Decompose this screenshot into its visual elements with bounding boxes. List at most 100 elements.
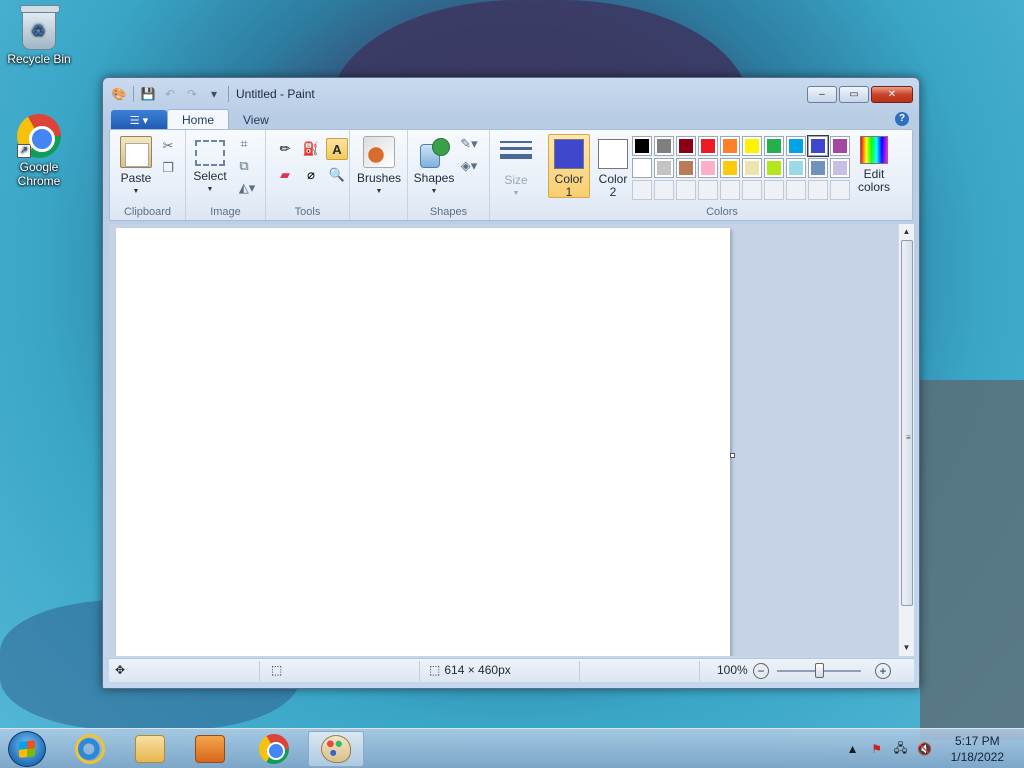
scroll-up-icon[interactable]: ▲ — [899, 224, 914, 240]
custom-color-slot[interactable] — [830, 180, 850, 200]
palette-color-swatch[interactable] — [786, 158, 806, 178]
palette-color-swatch[interactable] — [676, 158, 696, 178]
clock[interactable]: 5:17 PM 1/18/2022 — [951, 733, 1004, 765]
drawing-canvas[interactable] — [116, 228, 730, 656]
brushes-button[interactable]: Brushes ▼ — [356, 136, 402, 198]
zoom-slider-thumb[interactable] — [815, 663, 824, 678]
canvas-size: ⬚ 614 × 460px — [429, 663, 511, 677]
help-icon[interactable]: ? — [895, 112, 909, 126]
palette-color-swatch[interactable] — [830, 136, 850, 156]
crop-icon[interactable]: ⌗ — [234, 134, 254, 154]
palette-color-swatch[interactable] — [764, 136, 784, 156]
group-label: Shapes — [429, 206, 468, 218]
paste-button[interactable]: Paste ▼ — [116, 136, 156, 198]
select-rectangle-icon — [195, 140, 225, 166]
group-size: Size ▼ — [490, 130, 542, 220]
desktop-icon-google-chrome[interactable]: ↗ Google Chrome — [3, 114, 75, 188]
palette-color-swatch[interactable] — [676, 136, 696, 156]
fill-icon[interactable]: ◈▾ — [456, 156, 482, 176]
custom-color-slot[interactable] — [742, 180, 762, 200]
custom-color-slot[interactable] — [764, 180, 784, 200]
minimize-button[interactable]: ‒ — [807, 86, 837, 103]
tab-home[interactable]: Home — [167, 109, 230, 130]
scroll-down-icon[interactable]: ▼ — [899, 640, 914, 656]
edit-colors-button[interactable]: Edit colors — [854, 136, 894, 194]
paint-app-icon[interactable]: 🎨 — [111, 86, 127, 102]
custom-color-slot[interactable] — [654, 180, 674, 200]
custom-color-slot[interactable] — [632, 180, 652, 200]
show-hidden-icons-icon[interactable]: ▲ — [845, 742, 861, 756]
palette-color-swatch[interactable] — [632, 158, 652, 178]
resize-icon[interactable]: ⧉ — [234, 156, 254, 176]
palette-color-swatch[interactable] — [807, 135, 829, 157]
custom-color-slot[interactable] — [808, 180, 828, 200]
size-button[interactable]: Size ▼ — [496, 136, 536, 200]
rotate-icon[interactable]: ◭▾ — [234, 178, 260, 198]
taskbar: ▲ ⚑ 🖧 🔇 5:17 PM 1/18/2022 — [0, 728, 1024, 768]
custom-color-slot[interactable] — [676, 180, 696, 200]
chevron-down-icon: ▼ — [375, 188, 383, 195]
volume-muted-icon[interactable]: 🔇 — [917, 742, 933, 756]
palette-color-swatch[interactable] — [742, 136, 762, 156]
scrollbar-thumb[interactable]: ≡ — [901, 240, 913, 606]
network-icon[interactable]: 🖧 — [893, 739, 909, 760]
close-button[interactable]: ✕ — [871, 86, 913, 103]
color2-button[interactable]: Color 2 — [592, 134, 634, 199]
color1-button[interactable]: Color 1 — [548, 134, 590, 199]
taskbar-internet-explorer[interactable] — [62, 731, 118, 767]
redo-icon[interactable]: ↷ — [184, 86, 200, 102]
palette-color-swatch[interactable] — [764, 158, 784, 178]
color-picker-icon[interactable]: ⌀ — [300, 164, 322, 186]
outline-icon[interactable]: ✎▾ — [456, 134, 482, 154]
palette-color-swatch[interactable] — [786, 136, 806, 156]
palette-color-swatch[interactable] — [808, 158, 828, 178]
palette-color-swatch[interactable] — [742, 158, 762, 178]
fill-bucket-icon[interactable]: ⛽ — [300, 138, 322, 160]
zoom-out-button[interactable]: − — [753, 663, 769, 679]
group-clipboard: Paste ▼ ✂ ❐ Clipboard — [110, 130, 186, 220]
desktop-icon-label: Recycle Bin — [7, 52, 71, 66]
customize-qat-icon[interactable]: ▾ — [206, 86, 222, 102]
palette-color-swatch[interactable] — [654, 158, 674, 178]
custom-color-slot[interactable] — [720, 180, 740, 200]
canvas-resize-handle[interactable] — [730, 453, 735, 458]
taskbar-chrome[interactable] — [246, 731, 302, 767]
brush-icon — [363, 136, 395, 168]
palette-color-swatch[interactable] — [720, 136, 740, 156]
palette-color-swatch[interactable] — [632, 136, 652, 156]
magnifier-icon[interactable]: 🔍 — [326, 164, 348, 186]
color-spectrum-icon — [860, 136, 888, 164]
internet-explorer-icon — [75, 734, 105, 764]
palette-color-swatch[interactable] — [698, 136, 718, 156]
zoom-in-button[interactable]: + — [875, 663, 891, 679]
canvas-workspace — [109, 224, 898, 656]
text-tool-icon[interactable]: A — [326, 138, 348, 160]
taskbar-media-player[interactable] — [182, 731, 238, 767]
palette-color-swatch[interactable] — [830, 158, 850, 178]
save-icon[interactable]: 💾 — [140, 86, 156, 102]
taskbar-paint[interactable] — [308, 731, 364, 767]
copy-icon[interactable]: ❐ — [158, 158, 178, 178]
palette-color-swatch[interactable] — [698, 158, 718, 178]
group-tools: ✏ ⛽ A ▰ ⌀ 🔍 Tools — [266, 130, 350, 220]
custom-color-slot[interactable] — [698, 180, 718, 200]
shapes-button[interactable]: Shapes ▼ — [412, 136, 456, 198]
desktop-icon-recycle-bin[interactable]: Recycle Bin — [3, 5, 75, 66]
file-menu-button[interactable]: ☰ ▾ — [111, 110, 167, 130]
taskbar-file-explorer[interactable] — [122, 731, 178, 767]
select-button[interactable]: Select ▼ — [192, 136, 228, 196]
eraser-icon[interactable]: ▰ — [274, 164, 296, 186]
maximize-button[interactable]: ▭ — [839, 86, 869, 103]
custom-color-slot[interactable] — [786, 180, 806, 200]
window-title: Untitled - Paint — [236, 87, 315, 101]
palette-color-swatch[interactable] — [720, 158, 740, 178]
cut-icon[interactable]: ✂ — [158, 136, 178, 156]
pencil-icon[interactable]: ✏ — [274, 138, 296, 160]
vertical-scrollbar[interactable]: ▲ ≡ ▼ — [898, 224, 914, 656]
palette-color-swatch[interactable] — [654, 136, 674, 156]
tab-view[interactable]: View — [229, 109, 283, 130]
action-center-flag-icon[interactable]: ⚑ — [869, 742, 885, 756]
title-bar[interactable]: 🎨 💾 ↶ ↷ ▾ Untitled - Paint ‒ ▭ ✕ — [103, 78, 919, 108]
undo-icon[interactable]: ↶ — [162, 86, 178, 102]
start-button[interactable] — [8, 731, 46, 767]
